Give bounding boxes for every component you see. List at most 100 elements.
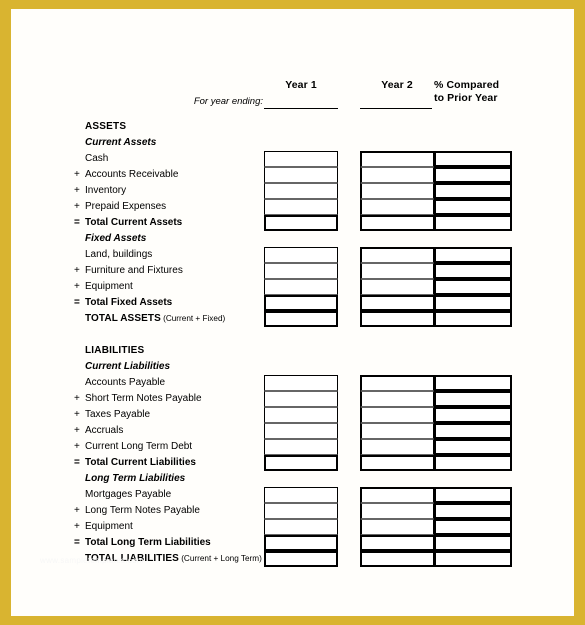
row-label: Accounts Receivable xyxy=(85,169,179,180)
amount-cell-year2[interactable] xyxy=(360,263,434,279)
amount-cell-year1[interactable] xyxy=(264,183,338,199)
amount-cell-year1[interactable] xyxy=(264,151,338,167)
amount-cell-year2[interactable] xyxy=(360,247,434,263)
amount-cell-year2[interactable] xyxy=(360,423,434,439)
amount-cell-year2[interactable] xyxy=(360,407,434,423)
row-label: Land, buildings xyxy=(85,249,153,260)
amount-cell-year1[interactable] xyxy=(264,487,338,503)
amount-cell-percent[interactable] xyxy=(434,391,512,407)
amount-cell-year1[interactable] xyxy=(264,407,338,423)
watermark-text: www.sampletemplates.com xyxy=(40,556,144,565)
amount-cell-year2[interactable] xyxy=(360,167,434,183)
amount-cell-percent[interactable] xyxy=(434,215,512,231)
amount-cell-year1[interactable] xyxy=(264,215,338,231)
row-taxes-payable: + Taxes Payable xyxy=(74,407,274,423)
amount-cell-year1[interactable] xyxy=(264,503,338,519)
row-operator: = xyxy=(74,297,80,308)
amount-cell-year1[interactable] xyxy=(264,375,338,391)
amount-cell-year1[interactable] xyxy=(264,455,338,471)
amount-cell-percent[interactable] xyxy=(434,279,512,295)
amount-cell-percent[interactable] xyxy=(434,151,512,167)
amount-cell-year2[interactable] xyxy=(360,295,434,311)
amount-cell-year1[interactable] xyxy=(264,519,338,535)
amount-cell-year2[interactable] xyxy=(360,487,434,503)
amount-cell-percent[interactable] xyxy=(434,551,512,567)
amount-cell-year1[interactable] xyxy=(264,423,338,439)
amount-cell-year1[interactable] xyxy=(264,279,338,295)
row-prepaid-expenses: + Prepaid Expenses xyxy=(74,199,274,215)
amount-cell-year1[interactable] xyxy=(264,391,338,407)
amount-cell-percent[interactable] xyxy=(434,535,512,551)
amount-cell-year2[interactable] xyxy=(360,391,434,407)
row-current-long-term-debt: + Current Long Term Debt xyxy=(74,439,274,455)
amount-cell-year2[interactable] xyxy=(360,455,434,471)
amount-cell-percent[interactable] xyxy=(434,407,512,423)
amount-cell-percent[interactable] xyxy=(434,519,512,535)
amount-cell-year1[interactable] xyxy=(264,199,338,215)
amount-cell-percent[interactable] xyxy=(434,455,512,471)
amount-cell-percent[interactable] xyxy=(434,311,512,327)
row-operator: = xyxy=(74,217,80,228)
row-label: Current Assets xyxy=(85,137,157,148)
amount-cell-percent[interactable] xyxy=(434,503,512,519)
amount-cell-year2[interactable] xyxy=(360,439,434,455)
page-border-frame: Year 1 Year 2 % Compared to Prior Year F… xyxy=(0,0,585,625)
amount-cell-year2[interactable] xyxy=(360,375,434,391)
amount-cell-year2[interactable] xyxy=(360,311,434,327)
row-operator: + xyxy=(74,505,80,516)
amount-cell-percent[interactable] xyxy=(434,295,512,311)
percent-compared-line2: to Prior Year xyxy=(434,92,498,104)
amount-cell-percent[interactable] xyxy=(434,167,512,183)
amount-cell-year2[interactable] xyxy=(360,279,434,295)
amount-cell-year2[interactable] xyxy=(360,215,434,231)
amount-cell-year1[interactable] xyxy=(264,535,338,551)
amount-cell-year1[interactable] xyxy=(264,439,338,455)
amount-cell-year1[interactable] xyxy=(264,295,338,311)
amount-cell-year2[interactable] xyxy=(360,183,434,199)
amount-cell-percent[interactable] xyxy=(434,439,512,455)
amount-cell-percent[interactable] xyxy=(434,423,512,439)
amount-cell-percent[interactable] xyxy=(434,247,512,263)
row-total-long-term-liabilities: = Total Long Term Liabilities xyxy=(74,535,274,551)
amount-cell-year1[interactable] xyxy=(264,247,338,263)
row-label: Current Long Term Debt xyxy=(85,441,193,452)
year2-date-input-rule[interactable] xyxy=(360,108,432,109)
row-operator: + xyxy=(74,441,80,452)
amount-cell-year1[interactable] xyxy=(264,263,338,279)
section-heading-liabilities: LIABILITIES xyxy=(74,343,274,359)
amount-cell-year2[interactable] xyxy=(360,535,434,551)
amount-cell-year2[interactable] xyxy=(360,151,434,167)
row-operator: + xyxy=(74,521,80,532)
amount-group-fixed-assets xyxy=(264,247,512,327)
row-label-note: (Current + Fixed) xyxy=(160,314,226,323)
year1-date-input-rule[interactable] xyxy=(264,108,338,109)
row-label: Furniture and Fixtures xyxy=(85,265,183,276)
amount-cell-percent[interactable] xyxy=(434,199,512,215)
row-long-term-notes-payable: + Long Term Notes Payable xyxy=(74,503,274,519)
amount-cell-year1[interactable] xyxy=(264,167,338,183)
row-label: Prepaid Expenses xyxy=(85,201,167,212)
row-label: Inventory xyxy=(85,185,127,196)
amount-cell-percent[interactable] xyxy=(434,183,512,199)
row-label: Accruals xyxy=(85,425,124,436)
row-label: Mortgages Payable xyxy=(85,489,172,500)
amount-cell-year2[interactable] xyxy=(360,519,434,535)
row-label: Equipment xyxy=(85,281,133,292)
row-label: Total Current Liabilities xyxy=(85,457,196,468)
amount-cell-percent[interactable] xyxy=(434,263,512,279)
row-operator: + xyxy=(74,425,80,436)
subsection-heading-fixed-assets: Fixed Assets xyxy=(74,231,274,247)
amount-cell-percent[interactable] xyxy=(434,375,512,391)
amount-cell-year2[interactable] xyxy=(360,503,434,519)
row-inventory: + Inventory xyxy=(74,183,274,199)
amount-cell-percent[interactable] xyxy=(434,487,512,503)
row-land-buildings: Land, buildings xyxy=(74,247,274,263)
row-equipment: + Equipment xyxy=(74,279,274,295)
row-operator: = xyxy=(74,457,80,468)
subsection-heading-long-term-liabilities: Long Term Liabilities xyxy=(74,471,274,487)
amount-cell-year2[interactable] xyxy=(360,199,434,215)
amount-cell-year1[interactable] xyxy=(264,311,338,327)
amount-cell-year2[interactable] xyxy=(360,551,434,567)
row-label: Current Liabilities xyxy=(85,361,171,372)
row-total-fixed-assets: = Total Fixed Assets xyxy=(74,295,274,311)
